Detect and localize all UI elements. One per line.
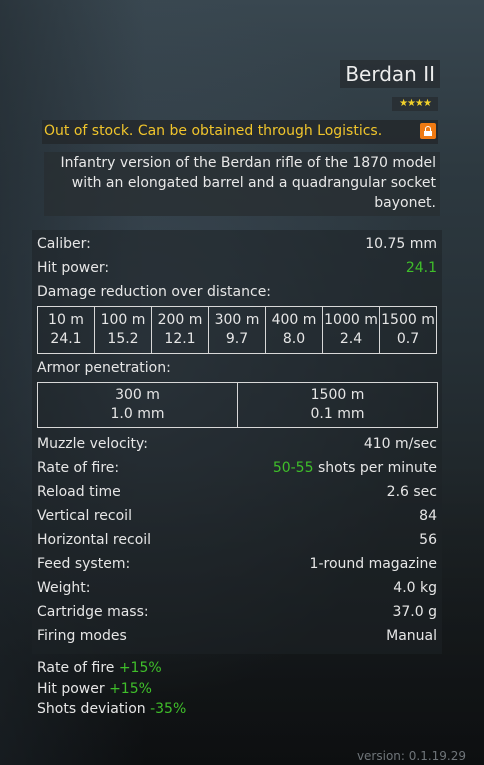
stat-value: 1-round magazine <box>309 556 437 572</box>
stat-row-caliber: Caliber: 10.75 mm <box>37 233 437 255</box>
damage-distance: 400 m <box>271 312 317 328</box>
bonus-value: -35% <box>150 701 187 717</box>
bonus-shots-deviation: Shots deviation -35% <box>37 699 186 719</box>
stat-row-feed: Feed system: 1-round magazine <box>37 553 437 575</box>
damage-cell: 200 m 12.1 <box>151 306 209 354</box>
version-label: version: 0.1.19.29 <box>356 749 466 763</box>
armor-table: 300 m 1.0 mm 1500 m 0.1 mm <box>37 382 438 428</box>
rof-unit: shots per minute <box>313 460 437 476</box>
stat-label: Caliber: <box>37 236 91 252</box>
stat-label: Rate of fire: <box>37 460 120 476</box>
rof-range: 50-55 <box>272 460 314 476</box>
stat-label: Damage reduction over distance: <box>37 284 272 300</box>
damage-distance: 200 m <box>157 312 203 328</box>
stat-row-armor: Armor penetration: <box>37 357 437 379</box>
damage-cell: 1000 m 2.4 <box>322 306 380 354</box>
stat-row-rate-of-fire: Rate of fire: 50-55 shots per minute <box>37 457 437 479</box>
bonus-value: +15% <box>109 681 152 697</box>
stat-row-cartridge: Cartridge mass: 37.0 g <box>37 601 437 623</box>
damage-distance: 10 m <box>48 312 84 328</box>
stat-row-reload: Reload time 2.6 sec <box>37 481 437 503</box>
stat-label: Horizontal recoil <box>37 532 152 548</box>
item-title: Berdan II <box>340 60 440 88</box>
armor-value: 0.1 mm <box>310 406 365 422</box>
stat-value: 56 <box>419 532 437 548</box>
damage-cell: 400 m 8.0 <box>265 306 323 354</box>
rating-stars: ★★★★ <box>392 97 438 111</box>
damage-cell: 300 m 9.7 <box>208 306 266 354</box>
stat-label: Firing modes <box>37 628 127 644</box>
damage-distance: 1500 m <box>381 312 435 328</box>
damage-value: 24.1 <box>50 331 82 347</box>
bonus-label: Hit power <box>37 681 110 697</box>
armor-cell: 1500 m 0.1 mm <box>237 382 438 428</box>
stat-label: Hit power: <box>37 260 110 276</box>
armor-value: 1.0 mm <box>110 406 165 422</box>
stat-row-vertical-recoil: Vertical recoil 84 <box>37 505 437 527</box>
stat-label: Reload time <box>37 484 121 500</box>
description-line: bayonet. <box>374 195 436 211</box>
bonus-label: Rate of fire <box>37 660 119 676</box>
stat-label: Muzzle velocity: <box>37 436 149 452</box>
bonus-value: +15% <box>118 660 162 676</box>
armor-cell: 300 m 1.0 mm <box>37 382 238 428</box>
bonus-rate-of-fire: Rate of fire +15% <box>37 658 162 678</box>
stat-row-horizontal-recoil: Horizontal recoil 56 <box>37 529 437 551</box>
damage-value: 15.2 <box>107 331 139 347</box>
description-line: with an elongated barrel and a quadrangu… <box>71 175 436 191</box>
damage-value: 9.7 <box>225 331 249 347</box>
damage-table: 10 m 24.1 100 m 15.2 200 m 12.1 300 m 9.7 40… <box>37 306 437 354</box>
stat-value: 4.0 kg <box>393 580 437 596</box>
stat-label: Feed system: <box>37 556 131 572</box>
damage-value: 2.4 <box>339 331 363 347</box>
stat-value: 10.75 mm <box>365 236 437 252</box>
stat-label: Weight: <box>37 580 91 596</box>
stat-row-muzzle: Muzzle velocity: 410 m/sec <box>37 433 437 455</box>
armor-distance: 1500 m <box>310 387 365 403</box>
item-tooltip: Berdan II ★★★★ Out of stock. Can be obta… <box>0 0 484 765</box>
stat-value: 2.6 sec <box>386 484 437 500</box>
stat-value: 24.1 <box>405 260 437 276</box>
stats-panel: Caliber: 10.75 mm Hit power: 24.1 Damage… <box>32 230 442 654</box>
lock-icon <box>420 123 436 139</box>
stock-notice-text: Out of stock. Can be obtained through Lo… <box>44 123 383 139</box>
armor-distance: 300 m <box>115 387 160 403</box>
stat-row-damage-reduction: Damage reduction over distance: <box>37 281 437 303</box>
stat-row-hit-power: Hit power: 24.1 <box>37 257 437 279</box>
stat-value: 84 <box>419 508 437 524</box>
damage-cell: 100 m 15.2 <box>94 306 152 354</box>
description-line: Infantry version of the Berdan rifle of … <box>60 155 436 171</box>
stock-notice: Out of stock. Can be obtained through Lo… <box>42 120 438 144</box>
stat-row-weight: Weight: 4.0 kg <box>37 577 437 599</box>
stat-row-firing-modes: Firing modes Manual <box>37 625 437 647</box>
stat-label: Vertical recoil <box>37 508 132 524</box>
stat-label: Cartridge mass: <box>37 604 149 620</box>
damage-value: 12.1 <box>164 331 196 347</box>
damage-cell: 1500 m 0.7 <box>379 306 437 354</box>
damage-distance: 100 m <box>100 312 146 328</box>
damage-value: 0.7 <box>396 331 420 347</box>
stat-value: 50-55 shots per minute <box>273 457 437 479</box>
stat-value: Manual <box>386 628 437 644</box>
damage-cell: 10 m 24.1 <box>37 306 95 354</box>
stat-value: 410 m/sec <box>363 436 437 452</box>
stat-value: 37.0 g <box>392 604 437 620</box>
damage-value: 8.0 <box>282 331 306 347</box>
damage-distance: 1000 m <box>324 312 378 328</box>
bonus-label: Shots deviation <box>37 701 151 717</box>
damage-distance: 300 m <box>214 312 260 328</box>
bonus-hit-power: Hit power +15% <box>37 679 152 699</box>
item-description: Infantry version of the Berdan rifle of … <box>44 152 440 216</box>
stat-label: Armor penetration: <box>37 360 171 376</box>
